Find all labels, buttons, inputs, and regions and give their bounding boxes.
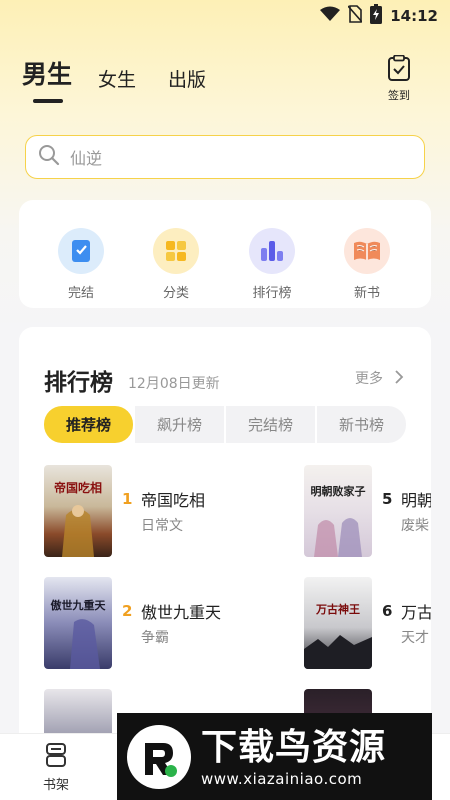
- quick-link-label: 完结: [67, 286, 94, 301]
- nav-bookshelf[interactable]: 书架: [36, 742, 76, 793]
- tab-recommended[interactable]: 推荐榜: [44, 406, 133, 443]
- book-cover: 傲世九重天: [44, 577, 112, 669]
- tab-rising[interactable]: 飙升榜: [135, 406, 224, 443]
- no-sim-icon: [347, 5, 363, 27]
- book-item[interactable]: 傲世九重天 2 傲世九重天 争霸: [44, 577, 264, 669]
- search-box[interactable]: 仙逆: [25, 135, 425, 179]
- ranking-update-date: 12月08日更新: [128, 376, 220, 392]
- book-rank-number: 1: [122, 490, 133, 508]
- book-cover: 明朝败家子: [304, 465, 372, 557]
- ranking-more-link[interactable]: 更多: [355, 368, 383, 388]
- checkin-label: 签到: [388, 89, 410, 102]
- active-tab-indicator: [33, 99, 63, 103]
- bird-logo: [127, 724, 191, 789]
- nav-bookshelf-label: 书架: [42, 778, 69, 793]
- clipboard-check-icon: [387, 54, 411, 85]
- book-title: 帝国吃相: [141, 491, 206, 510]
- watermark-brand: 下载鸟资源: [201, 726, 387, 768]
- status-bar: 14:12: [0, 0, 450, 32]
- book-rank-number: 6: [382, 602, 393, 620]
- watermark-banner: 下载鸟资源 www.xiazainiao.com: [117, 713, 432, 800]
- ranking-bars-icon: [249, 228, 295, 274]
- quick-link-finished[interactable]: 完结: [46, 228, 116, 301]
- book-author: 日常文: [141, 518, 183, 534]
- quick-link-label: 新书: [353, 286, 380, 301]
- tab-new[interactable]: 新书榜: [317, 406, 406, 443]
- search-icon: [38, 144, 60, 170]
- tab-female[interactable]: 女生: [98, 65, 136, 92]
- quick-link-category[interactable]: 分类: [141, 228, 211, 301]
- wifi-icon: [320, 6, 341, 26]
- book-item[interactable]: 帝国吃相 1 帝国吃相 日常文: [44, 465, 244, 557]
- book-cover: 万古神王: [304, 577, 372, 669]
- search-placeholder: 仙逆: [70, 149, 103, 168]
- battery-charging-icon: [370, 4, 383, 28]
- book-cover: 帝国吃相: [44, 465, 112, 557]
- ranking-title: 排行榜: [44, 370, 113, 396]
- bookshelf-icon: [43, 743, 69, 772]
- checkin-button[interactable]: 签到: [384, 54, 414, 103]
- book-title: 明朝: [401, 491, 431, 510]
- book-author: 争霸: [141, 630, 169, 646]
- category-grid-icon: [153, 228, 199, 274]
- channel-tabs: 男生 女生 出版 签到: [0, 54, 450, 115]
- book-title: 傲世九重天: [141, 603, 222, 622]
- book-check-icon: [58, 228, 104, 274]
- book-item[interactable]: 万古神王 6 万古 天才: [304, 577, 431, 669]
- book-author: 废柴: [401, 518, 429, 534]
- book-rank-number: 2: [122, 602, 133, 620]
- quick-link-new-books[interactable]: 新书: [332, 228, 402, 301]
- book-title: 万古: [401, 603, 431, 622]
- book-author: 天才: [401, 630, 429, 646]
- open-book-icon: [344, 228, 390, 274]
- tab-male[interactable]: 男生: [22, 55, 72, 91]
- tab-publish[interactable]: 出版: [168, 65, 206, 92]
- quick-link-ranking[interactable]: 排行榜: [237, 228, 307, 301]
- book-rank-number: 5: [382, 490, 393, 508]
- chevron-right-icon[interactable]: [394, 369, 404, 389]
- quick-link-label: 排行榜: [252, 286, 292, 301]
- ranking-tabs: 推荐榜 飙升榜 完结榜 新书榜: [44, 406, 406, 443]
- quick-links-card: 完结 分类 排行榜 新书: [19, 200, 431, 308]
- tab-finished[interactable]: 完结榜: [226, 406, 315, 443]
- quick-link-label: 分类: [162, 286, 189, 301]
- status-time: 14:12: [390, 7, 438, 25]
- book-item[interactable]: 明朝败家子 5 明朝 废柴: [304, 465, 431, 557]
- watermark-url: www.xiazainiao.com: [201, 769, 363, 788]
